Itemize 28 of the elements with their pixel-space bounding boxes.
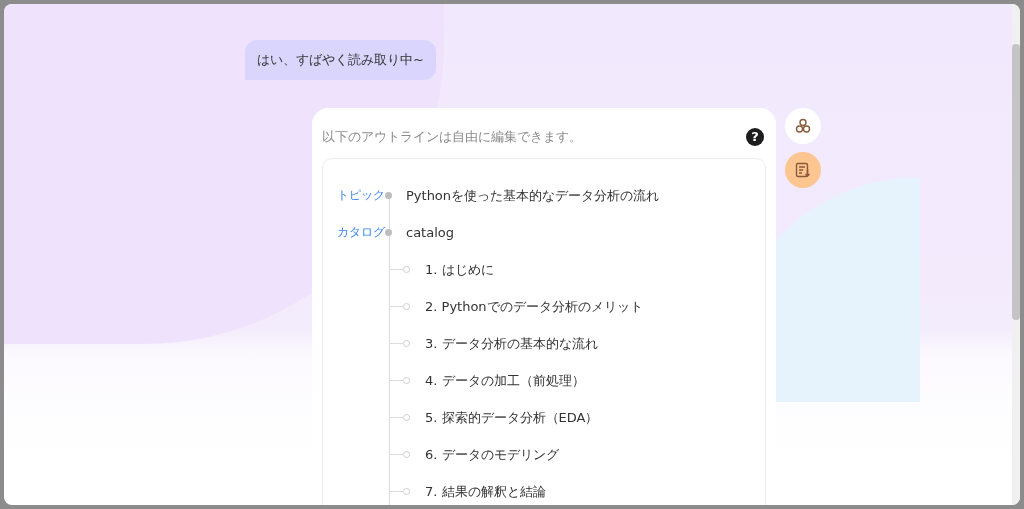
tree-branch — [390, 340, 410, 347]
export-icon-button[interactable] — [785, 152, 821, 188]
catalog-item[interactable]: 4. データの加工（前処理） — [425, 371, 585, 390]
message-bubble: はい、すばやく読み取り中~ — [245, 40, 436, 80]
tree-branch — [390, 488, 410, 495]
tree-branch — [390, 451, 410, 458]
tree-branch — [390, 377, 410, 384]
outline-hint: 以下のアウトラインは自由に編集できます。 — [322, 128, 582, 146]
tree-branch — [390, 303, 410, 310]
catalog-item[interactable]: 2. Pythonでのデータ分析のメリット — [425, 297, 643, 316]
tree-node-dot — [385, 192, 392, 199]
catalog-item[interactable]: 6. データのモデリング — [425, 445, 559, 464]
topic-label: トピック — [336, 187, 385, 204]
document-download-icon — [794, 161, 812, 179]
tree-node-dot — [385, 229, 392, 236]
three-circles-icon — [794, 117, 812, 135]
tree-branch — [390, 414, 410, 421]
catalog-text[interactable]: catalog — [406, 225, 454, 240]
catalog-item[interactable]: 5. 探索的データ分析（EDA） — [425, 408, 599, 427]
catalog-item[interactable]: 1. はじめに — [425, 260, 494, 279]
group-icon-button[interactable] — [785, 108, 821, 144]
topic-text[interactable]: Pythonを使った基本的なデータ分析の流れ — [406, 186, 660, 205]
catalog-item[interactable]: 3. データ分析の基本的な流れ — [425, 334, 598, 353]
help-button[interactable]: ? — [746, 128, 764, 146]
catalog-item[interactable]: 7. 結果の解釈と結論 — [425, 482, 546, 501]
tree-branch — [390, 266, 410, 273]
scrollbar[interactable] — [1012, 4, 1020, 505]
catalog-label: カタログ — [336, 224, 385, 241]
